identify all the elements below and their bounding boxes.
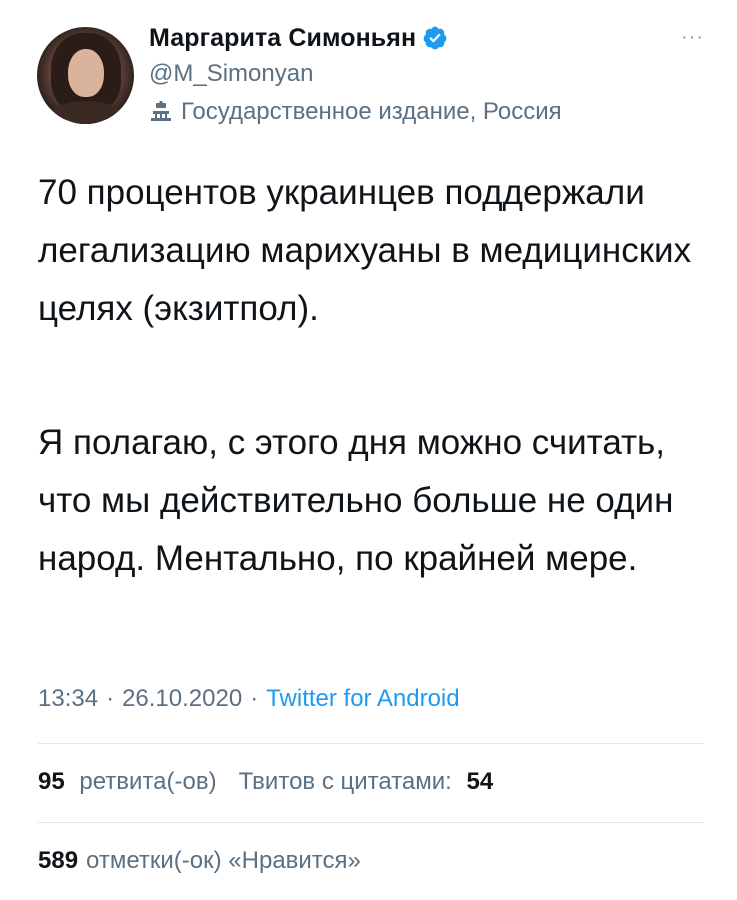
tweet-text-paragraph-1: 70 процентов украинцев поддержали легали… [38, 173, 692, 328]
quotes-label: Твитов с цитатами: [238, 768, 452, 795]
author-name-row[interactable]: Маргарита Симоньян [149, 22, 448, 54]
quotes-count: 54 [466, 768, 494, 795]
likes-stats[interactable]: 589 отметки(-ок) «Нравится» [38, 847, 361, 875]
tweet-date[interactable]: 26.10.2020 [122, 685, 242, 713]
avatar[interactable] [37, 27, 134, 124]
meta-separator: · [106, 685, 115, 712]
retweet-stats: 95 ретвита(-ов) Твитов с цитатами: 54 [38, 768, 493, 796]
tweet-detail: Маргарита Симоньян ··· @M_Simonyan Госуд… [0, 0, 737, 900]
tweet-text-paragraph-2: Я полагаю, с этого дня можно считать, чт… [38, 423, 674, 578]
retweets-label: ретвита(-ов) [79, 768, 217, 795]
state-media-label-text[interactable]: Государственное издание, Россия [181, 98, 562, 126]
tweet-source-link[interactable]: Twitter for Android [266, 685, 459, 713]
divider [38, 743, 703, 744]
divider [38, 822, 703, 823]
retweets-link[interactable]: 95 ретвита(-ов) [38, 768, 217, 796]
author-handle[interactable]: @M_Simonyan [149, 60, 313, 88]
avatar-face [68, 49, 104, 97]
verified-badge-icon [423, 26, 447, 50]
avatar-shoulders [43, 101, 129, 124]
quotes-link[interactable]: Твитов с цитатами: 54 [239, 768, 494, 796]
tweet-time[interactable]: 13:34 [38, 685, 98, 713]
likes-count: 589 [38, 847, 79, 874]
likes-label: отметки(-ок) «Нравится» [86, 847, 361, 874]
meta-separator: · [250, 685, 259, 712]
tweet-meta: 13:34 · 26.10.2020 · Twitter for Android [38, 685, 460, 713]
government-building-icon [151, 101, 171, 121]
retweets-count: 95 [38, 768, 65, 795]
author-name[interactable]: Маргарита Симоньян [149, 24, 416, 53]
state-media-label[interactable]: Государственное издание, Россия [149, 98, 562, 126]
more-options-icon[interactable]: ··· [681, 27, 704, 47]
